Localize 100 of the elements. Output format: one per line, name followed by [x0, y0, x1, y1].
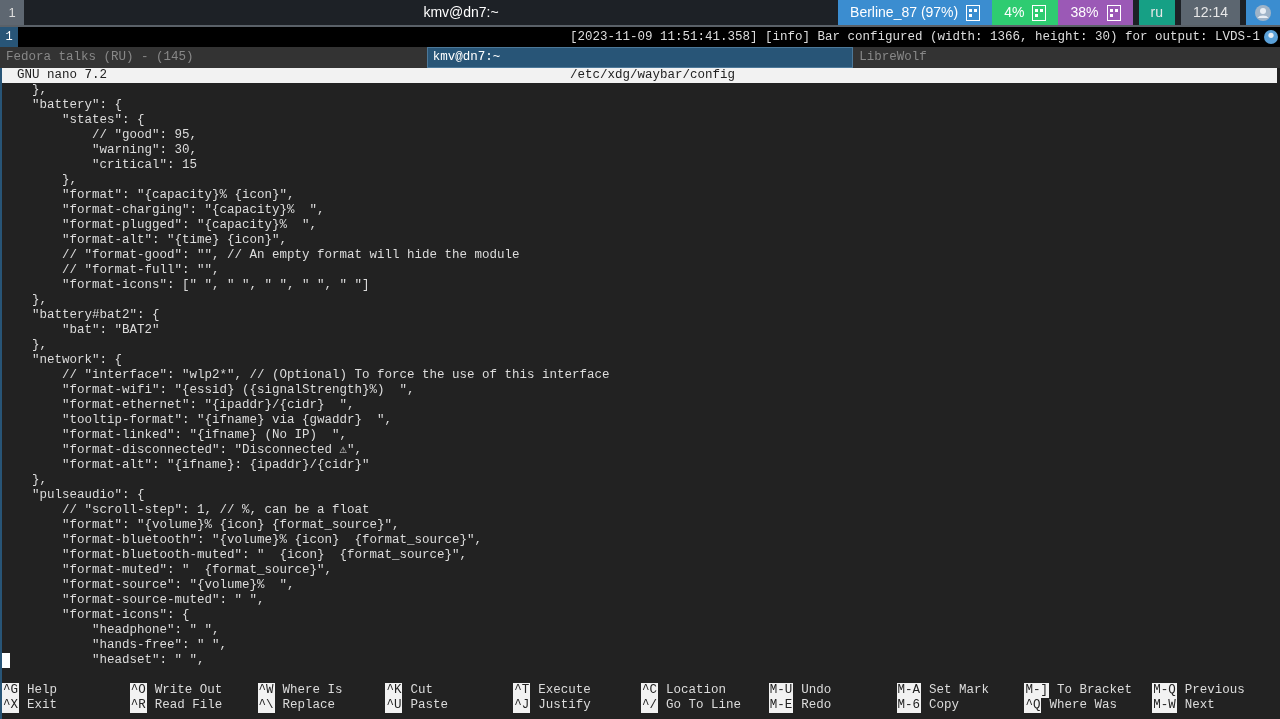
code-line: "format-alt": "{ifname}: {ipaddr}/{cidr}"	[61, 458, 370, 473]
shortcut-label: Cut	[410, 683, 433, 698]
shortcut-key: ^G	[2, 683, 19, 698]
code-line: "format-wifi": "{essid} ({signalStrength}%) ",	[61, 383, 415, 398]
window-icon	[966, 4, 981, 21]
file-path: /etc/xdg/waybar/config	[570, 68, 736, 83]
shortcut-label: Replace	[282, 698, 336, 713]
shortcut-label: Execute	[538, 683, 591, 698]
shortcut-key: M-6	[896, 698, 922, 713]
code-line: },	[31, 473, 47, 488]
shortcut-label: Justify	[538, 698, 591, 713]
code-line: "hands-free": " ",	[91, 638, 228, 653]
code-line: "format-disconnected": "Disconnected ⚠",	[61, 443, 363, 458]
shortcut-key: M-A	[896, 683, 922, 698]
shortcut-label: Previous	[1184, 683, 1245, 698]
shortcut-label: To Bracket	[1056, 683, 1132, 698]
shortcut-key: ^O	[129, 683, 147, 698]
tray-block[interactable]	[1246, 0, 1280, 25]
shortcut-key: M-Q	[1152, 683, 1177, 698]
shortcut-key: ^W	[257, 683, 275, 698]
status-block[interactable]: 12:14	[1180, 0, 1240, 25]
code-line: "pulseaudio": {	[31, 488, 145, 503]
shortcut-label: Redo	[801, 698, 832, 713]
code-line: // "format-full": "",	[61, 263, 220, 278]
shortcut-label: Set Mark	[929, 683, 990, 698]
shortcut-label: Next	[1184, 698, 1215, 713]
code-line: "states": {	[61, 113, 145, 128]
shortcut-key: ^\	[257, 698, 275, 713]
status-text: 4%	[1004, 3, 1025, 22]
code-line: // "scroll-step": 1, // %, can be a float	[61, 503, 370, 518]
shortcut-label: Go To Line	[666, 698, 742, 713]
shortcut-label: Undo	[801, 683, 832, 698]
workspace-button[interactable]: 1	[0, 27, 18, 47]
code-line: "headset": " ",	[91, 653, 205, 668]
code-line: "format-charging": "{capacity}% ",	[61, 203, 325, 218]
code-line: "format-icons": {	[61, 608, 190, 623]
code-line: "network": {	[31, 353, 123, 368]
status-text: 38%	[1070, 3, 1099, 22]
code-line: "format-muted": " {format_source}",	[61, 563, 333, 578]
shortcut-label: Where Is	[282, 683, 343, 698]
code-line: },	[31, 338, 47, 353]
shortcut-key: ^J	[513, 698, 531, 713]
code-line: "tooltip-format": "{ifname} via {gwaddr} ",	[61, 413, 393, 428]
shortcut-key: M-E	[768, 698, 794, 713]
code-line: "format-linked": "{ifname} (No IP) ",	[61, 428, 348, 443]
code-line: "format-source": "{volume}% ",	[61, 578, 295, 593]
code-line: },	[31, 293, 47, 308]
window-title: kmv@dn7:~	[423, 3, 499, 22]
code-line: "bat": "BAT2"	[61, 323, 160, 338]
status-block[interactable]: Berline_87 (97%)	[838, 0, 993, 25]
shortcut-label: Read File	[154, 698, 223, 713]
status-block[interactable]: 38%	[1058, 0, 1133, 25]
shortcut-label: Exit	[27, 698, 58, 713]
code-line: "headphone": " ",	[91, 623, 220, 638]
editor-version: GNU nano 7.2	[16, 68, 107, 83]
shortcut-label: Copy	[929, 698, 960, 713]
status-text: 12:14	[1192, 3, 1228, 22]
shortcut-label: Write Out	[154, 683, 223, 698]
shortcut-key: ^C	[641, 683, 658, 698]
shortcut-key: M-W	[1152, 698, 1177, 713]
code-line: "format-ethernet": "{ipaddr}/{cidr} ",	[61, 398, 355, 413]
status-block[interactable]: ru	[1138, 0, 1175, 25]
code-line: "format": "{capacity}% {icon}",	[61, 188, 295, 203]
avatar-icon	[1264, 30, 1278, 44]
code-line: "format-bluetooth": "{volume}% {icon} {format_source}",	[61, 533, 483, 548]
shortcut-key: ^U	[385, 698, 403, 713]
status-text: Berline_87 (97%)	[850, 3, 959, 22]
window-icon	[1032, 4, 1047, 21]
code-line: },	[61, 173, 77, 188]
shortcut-key: ^X	[2, 698, 19, 713]
status-text: ru	[1150, 3, 1163, 22]
code-line: "battery#bat2": {	[31, 308, 160, 323]
window-tab[interactable]: kmv@dn7:~	[426, 47, 854, 68]
code-line: "format": "{volume}% {icon} {format_source}",	[61, 518, 400, 533]
code-line: "format-icons": [" ", " ", " ", " ", " "]	[61, 278, 370, 293]
workspace-button[interactable]: 1	[0, 0, 24, 25]
code-line: // "interface": "wlp2*", // (Optional) To force the use of this interface	[61, 368, 610, 383]
window-icon	[1106, 4, 1121, 21]
shortcut-key: ^K	[385, 683, 403, 698]
code-line: "format-bluetooth-muted": " {icon} {format_source}",	[61, 548, 468, 563]
code-line: "format-source-muted": " ",	[61, 593, 265, 608]
code-line: "warning": 30,	[91, 143, 198, 158]
code-line: "format-plugged": "{capacity}% ",	[61, 218, 318, 233]
shortcut-key: ^T	[513, 683, 531, 698]
shortcut-key: M-]	[1024, 683, 1049, 698]
shortcut-label: Where Was	[1049, 698, 1117, 713]
shortcut-key: ^/	[641, 698, 658, 713]
shortcut-key: M-U	[768, 683, 794, 698]
code-line: "battery": {	[31, 98, 123, 113]
shortcut-key: ^Q	[1024, 698, 1042, 713]
shortcut-label: Location	[666, 683, 727, 698]
shortcut-key: ^R	[129, 698, 147, 713]
code-line: "format-alt": "{time} {icon}",	[61, 233, 288, 248]
code-line: // "format-good": "", // An empty format will hide the module	[61, 248, 520, 263]
avatar-icon	[1255, 4, 1271, 21]
shortcut-label: Help	[27, 683, 58, 698]
log-message: [2023-11-09 11:51:41.358] [info] Bar configured (width: 1366, height: 30) for output: LVDS-1	[569, 28, 1260, 46]
code-line: },	[31, 83, 47, 98]
code-line: "critical": 15	[91, 158, 198, 173]
code-line: // "good": 95,	[91, 128, 198, 143]
